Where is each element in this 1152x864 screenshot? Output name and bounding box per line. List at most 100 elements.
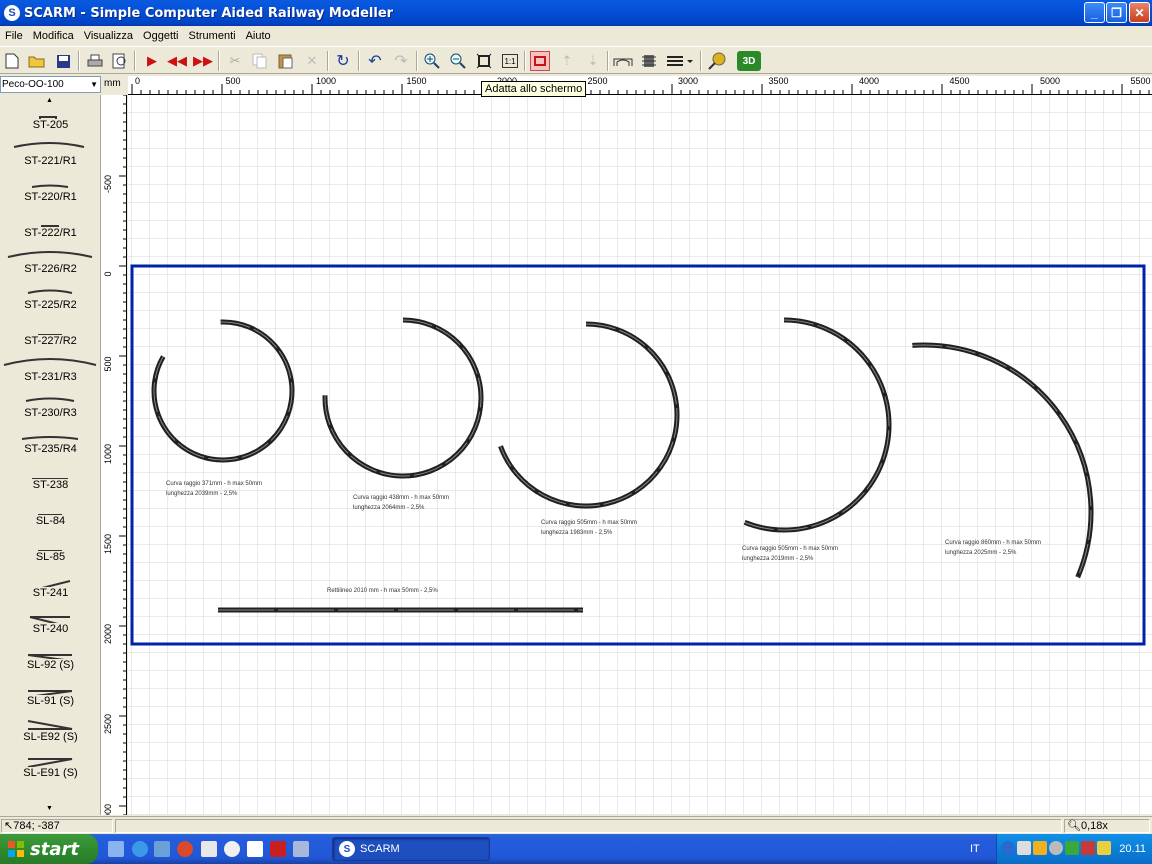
library-item[interactable]: ST-205 <box>0 97 100 133</box>
track-annotation[interactable]: Curva raggio 505mm - h max 50mm <box>541 520 637 526</box>
h-ruler-label: 5500 <box>1131 76 1151 86</box>
ie-icon[interactable] <box>132 841 148 857</box>
library-item[interactable]: ST-220/R1 <box>0 169 100 205</box>
outlook-icon[interactable] <box>154 841 170 857</box>
zoom-in-icon[interactable] <box>422 51 442 71</box>
print-icon[interactable] <box>85 51 105 71</box>
track-piece-icon <box>27 720 73 730</box>
library-item[interactable]: SL-92 (S) <box>0 637 100 673</box>
tunnel-icon[interactable] <box>639 51 659 71</box>
library-item[interactable]: SL-E91 (S) <box>0 745 100 781</box>
library-item[interactable]: ST-235/R4 <box>0 421 100 457</box>
security-icon[interactable] <box>1081 841 1095 855</box>
track-annotation[interactable]: Rettilineo 2010 mm - h max 50mm - 2,5% <box>327 588 438 594</box>
track-annotation[interactable]: lunghezza 2025mm - 2,5% <box>945 550 1017 556</box>
redo-icon[interactable]: ↷ <box>391 51 411 71</box>
calculator-icon[interactable] <box>293 841 309 857</box>
network-icon[interactable] <box>1017 841 1031 855</box>
menu-visualizza[interactable]: Visualizza <box>79 30 138 42</box>
v-ruler-label: 3000 <box>103 804 113 815</box>
firefox-icon[interactable] <box>177 841 193 857</box>
warning-icon[interactable] <box>1033 841 1047 855</box>
document-icon[interactable] <box>247 841 263 857</box>
height-up-icon[interactable]: ⇡ <box>557 51 577 71</box>
forward-icon[interactable]: ▶▶ <box>193 51 213 71</box>
menu-file[interactable]: File <box>0 30 28 42</box>
library-item[interactable]: ST-225/R2 <box>0 277 100 313</box>
zoom-out-icon[interactable] <box>448 51 468 71</box>
library-item-label: ST-226/R2 <box>24 263 77 275</box>
undo-icon[interactable]: ↶ <box>365 51 385 71</box>
new-icon[interactable] <box>2 51 22 71</box>
library-item[interactable]: ST-221/R1 <box>0 133 100 169</box>
bridge-icon[interactable] <box>613 51 633 71</box>
language-indicator[interactable]: IT <box>970 843 980 855</box>
library-item[interactable]: ST-230/R3 <box>0 385 100 421</box>
menu-strumenti[interactable]: Strumenti <box>184 30 241 42</box>
scroll-down-icon[interactable]: ▼ <box>46 805 53 812</box>
update-icon[interactable] <box>1097 841 1111 855</box>
window-title: SCARM - Simple Computer Aided Railway Mo… <box>24 5 394 21</box>
copy-icon[interactable] <box>250 51 270 71</box>
measure-icon[interactable] <box>707 51 727 71</box>
film-icon[interactable] <box>270 841 286 857</box>
app-icon[interactable]: S <box>4 5 20 21</box>
desktop-icon[interactable] <box>108 841 124 857</box>
library-item[interactable]: ST-238 <box>0 457 100 493</box>
open-icon[interactable] <box>27 51 47 71</box>
layers-icon[interactable] <box>665 51 695 71</box>
start-button[interactable]: start <box>0 834 98 864</box>
library-item[interactable]: ST-240 <box>0 601 100 637</box>
library-item[interactable]: ST-241 <box>0 565 100 601</box>
actual-size-icon[interactable]: 1:1 <box>502 54 518 68</box>
library-item[interactable]: SL-85 <box>0 529 100 565</box>
track-annotation[interactable]: Curva raggio 438mm - h max 50mm <box>353 495 449 501</box>
connect-icon[interactable] <box>530 51 550 71</box>
volume-icon[interactable] <box>1049 841 1063 855</box>
cut-icon[interactable]: ✂ <box>225 51 245 71</box>
3d-view-icon[interactable]: 3D <box>737 51 761 71</box>
close-button[interactable]: ✕ <box>1129 2 1150 23</box>
print-preview-icon[interactable] <box>110 51 130 71</box>
track-annotation[interactable]: lunghezza 2039mm - 2,5% <box>166 491 238 497</box>
menu-aiuto[interactable]: Aiuto <box>241 30 276 42</box>
track-annotation[interactable]: Curva raggio 860mm - h max 50mm <box>945 540 1041 546</box>
windows-flag-icon <box>8 841 24 857</box>
library-item[interactable]: SL-84 <box>0 493 100 529</box>
track-annotation[interactable]: lunghezza 2019mm - 2,5% <box>742 556 814 562</box>
library-item[interactable]: ST-231/R3 <box>0 349 100 385</box>
height-down-icon[interactable]: ⇣ <box>583 51 603 71</box>
library-item[interactable]: ST-227/R2 <box>0 313 100 349</box>
track-annotation[interactable]: Curva raggio 505mm - h max 50mm <box>742 546 838 552</box>
layout-canvas[interactable]: Curva raggio 371mm - h max 50mm lunghezza… <box>128 95 1152 815</box>
library-select[interactable]: Peco-OO-100 ▼ <box>0 76 101 93</box>
rotate-icon[interactable]: ↻ <box>333 51 353 71</box>
tray-expand-icon[interactable] <box>1001 841 1015 855</box>
library-item[interactable]: ST-226/R2 <box>0 241 100 277</box>
maximize-button[interactable]: ❐ <box>1106 2 1127 23</box>
track-annotation[interactable]: Curva raggio 371mm - h max 50mm <box>166 481 262 487</box>
delete-icon[interactable]: ✕ <box>302 51 322 71</box>
track-annotation[interactable]: lunghezza 1983mm - 2,5% <box>541 530 613 536</box>
library-item[interactable]: ST-222/R1 <box>0 205 100 241</box>
h-ruler-label: 500 <box>226 76 241 86</box>
play-icon[interactable]: ▶ <box>142 51 162 71</box>
status-message <box>115 819 1062 833</box>
library-item[interactable]: SL-91 (S) <box>0 673 100 709</box>
paste-icon[interactable] <box>276 51 296 71</box>
h-ruler-label: 5000 <box>1040 76 1060 86</box>
taskbar-item-scarm[interactable]: S SCARM <box>332 837 490 861</box>
minimize-button[interactable]: _ <box>1084 2 1105 23</box>
chevron-down-icon[interactable]: ▼ <box>90 77 98 92</box>
rewind-icon[interactable]: ◀◀ <box>167 51 187 71</box>
app-icon-1[interactable] <box>201 841 217 857</box>
media-icon[interactable] <box>224 841 240 857</box>
antivirus-icon[interactable] <box>1065 841 1079 855</box>
track-piece-icon <box>27 289 73 294</box>
library-item[interactable]: SL-E92 (S) <box>0 709 100 745</box>
menu-modifica[interactable]: Modifica <box>28 30 79 42</box>
save-icon[interactable] <box>53 51 73 71</box>
menu-oggetti[interactable]: Oggetti <box>138 30 183 42</box>
track-annotation[interactable]: lunghezza 2064mm - 2,5% <box>353 505 425 511</box>
fit-to-screen-icon[interactable] <box>474 51 494 71</box>
